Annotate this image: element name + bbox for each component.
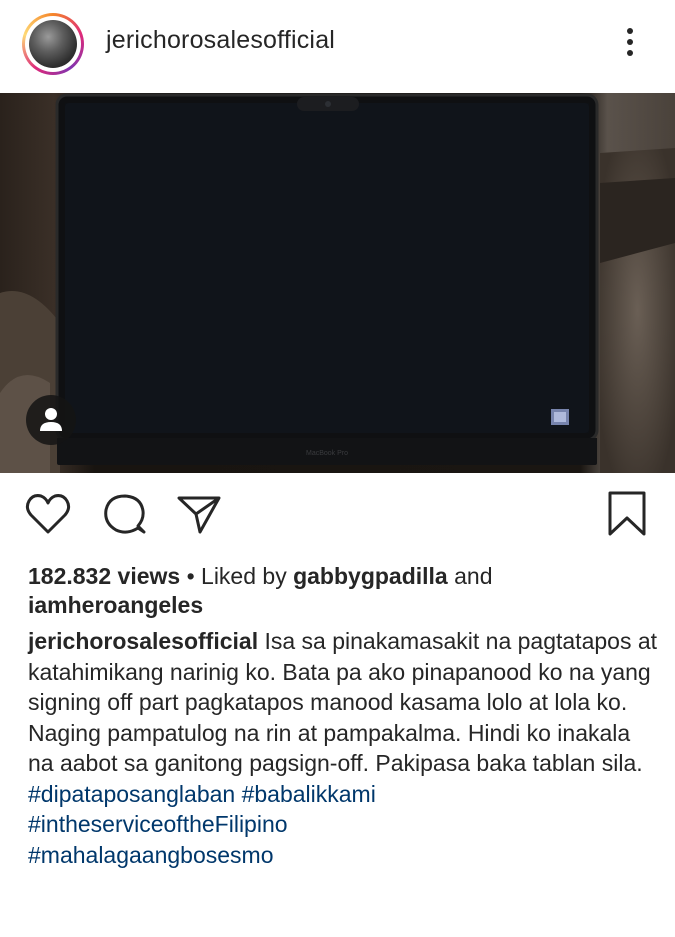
user-tag-button[interactable] [26,395,76,445]
laptop-logo-text: MacBook Pro [306,450,348,457]
caption-username[interactable]: jerichorosalesofficial [28,628,258,654]
hashtag-line[interactable]: #intheserviceoftheFilipino [28,809,658,840]
person-icon [40,408,62,431]
send-icon[interactable] [174,488,226,545]
bookmark-icon[interactable] [605,488,649,545]
post-video[interactable]: MacBook Pro [0,93,675,473]
hashtag-line[interactable]: #mahalagaangbosesmo [28,840,658,871]
camera [325,101,331,107]
liked-by-label: Liked by [201,563,287,589]
views-count[interactable]: 182.832 views [28,563,180,589]
post-caption: jerichorosalesofficial Isa sa pinakamasa… [28,626,658,870]
and-label: and [454,563,493,589]
hashtag-line[interactable]: #dipataposanglaban #babalikkami [28,779,658,810]
post-header: jerichorosalesofficial [0,0,675,92]
avatar-border [25,16,81,72]
action-bar [0,488,675,548]
video-frame: MacBook Pro [0,93,675,473]
post-username[interactable]: jerichorosalesofficial [106,26,335,55]
screen-shade [65,103,589,433]
post-stats: 182.832 views • Liked by gabbygpadilla a… [28,562,648,620]
avatar[interactable] [22,13,84,75]
separator-dot: • [186,563,195,589]
heart-icon[interactable] [22,488,74,545]
comment-icon[interactable] [98,488,150,545]
screen-app-icon-inner [554,412,566,422]
liked-by-user[interactable]: gabbygpadilla [293,563,448,589]
avatar-image [29,20,77,68]
more-vertical-icon[interactable] [620,28,640,62]
liked-by-other-user[interactable]: iamheroangeles [28,592,203,618]
